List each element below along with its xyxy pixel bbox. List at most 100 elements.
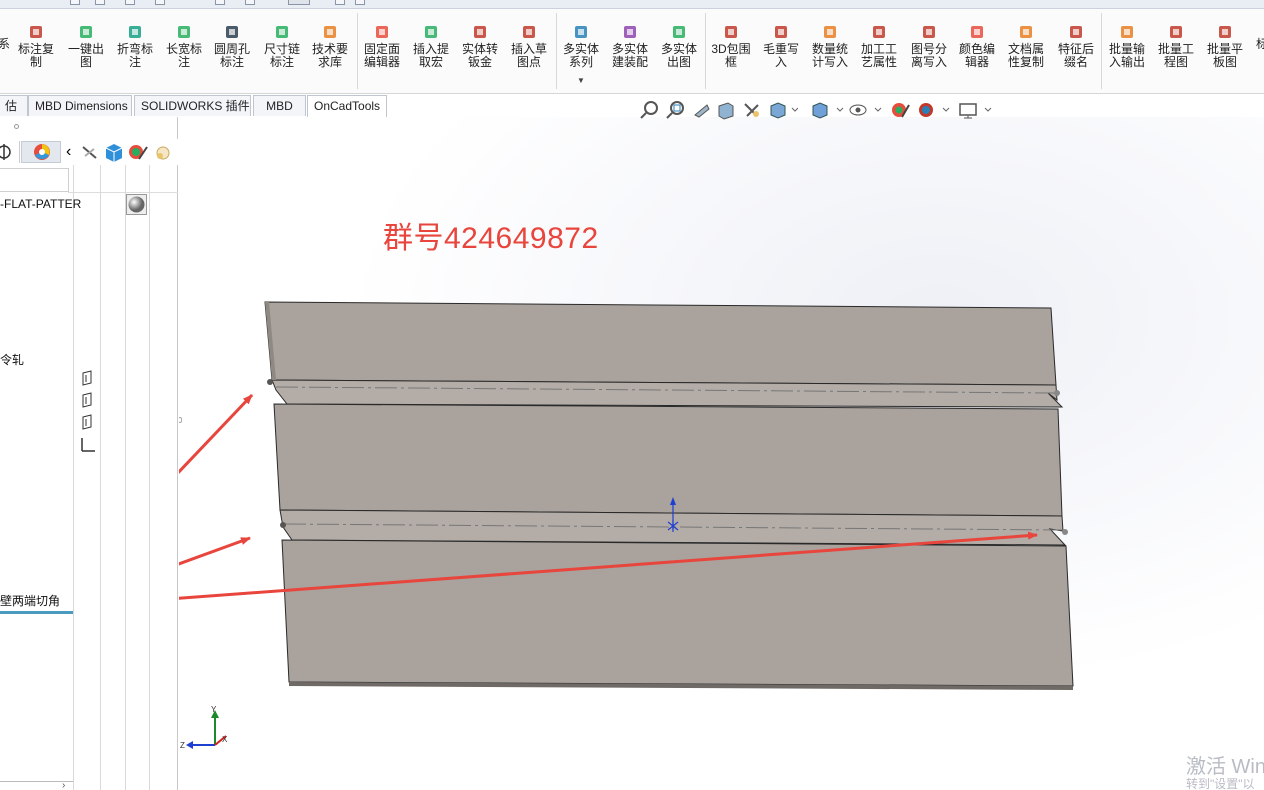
rollback-bar[interactable] [0,611,73,614]
part-middle-panel[interactable] [273,403,1063,517]
ribbon-button-process-property[interactable]: 加工工 艺属性 [855,9,903,89]
zoom-to-area-icon[interactable] [666,100,686,125]
feature-manager-panel: ‹ -FLAT-PATTER 令轧 壁两端切角 › [0,117,178,790]
ribbon-button-multibody-assembly[interactable]: 多实体 建装配 [606,9,654,89]
part-groove-upper[interactable] [271,379,1064,408]
ribbon-button-quantity-stats[interactable]: 数量统 计写入 [806,9,854,89]
ribbon-button-copy-annotation[interactable]: 标注复 制 [12,9,60,89]
view-settings-icon[interactable] [958,100,992,125]
ribbon-button-label: 批量工 程图 [1157,42,1194,69]
tab-oncadtools[interactable]: OnCadTools [307,95,387,117]
new-doc-button[interactable] [70,0,80,5]
view-cube-icon[interactable] [103,141,125,163]
save-doc-button[interactable] [125,0,135,5]
ribbon-button-doc-property-copy[interactable]: 文档属 性复制 [1002,9,1050,89]
ribbon-button-tech-requirement[interactable]: 技术要 求库 [306,9,354,89]
graphics-viewport[interactable]: Y Z X [179,117,1264,790]
multibody-assembly-icon [622,24,638,40]
ribbon-button-label: 多实体 出图 [660,42,697,69]
hide-show-icon[interactable] [80,141,100,163]
tree-guide-line [125,165,126,790]
dropdown-arrow-icon[interactable]: ▼ [577,76,585,85]
plane-icon[interactable] [80,414,98,435]
ribbon-button-length-width-annotation[interactable]: 长宽标 注 [160,9,208,89]
tab-mbd-dimensions[interactable]: MBD Dimensions [28,95,132,116]
section-view-icon[interactable] [716,100,736,125]
ribbon-button-drawing-number[interactable]: 图号分 离写入 [905,9,953,89]
appearance-icon[interactable] [127,141,149,163]
tab-mbd[interactable]: MBD [253,95,306,116]
ribbon-button-bounding-box[interactable]: 3D包围 框 [707,9,755,89]
tab-solidworks-addins[interactable]: SOLIDWORKS 插件 [134,95,251,116]
options-button[interactable] [355,0,365,5]
insert-macro-icon [423,24,439,40]
panel-collapse-handle[interactable] [179,417,182,423]
filter-input[interactable] [0,168,69,192]
ribbon-button-batch-drawing[interactable]: 批量工 程图 [1152,9,1200,89]
ribbon-button-label: 文档属 性复制 [1007,42,1044,69]
batch-flat-icon [1217,24,1233,40]
ribbon-button-color-editor[interactable]: 颜色编 辑器 [953,9,1001,89]
dynamic-annotation-icon[interactable] [742,100,762,125]
view-orientation-icon[interactable] [768,100,799,125]
ribbon-button-label: 毛重写 入 [762,42,799,69]
ribbon-button-batch-flat[interactable]: 批量平 板图 [1201,9,1249,89]
length-width-annotation-icon [176,24,192,40]
tree-item-cold-rolled[interactable]: 令轧 [0,351,24,368]
svg-text:X: X [222,735,228,744]
hide-show-items-icon[interactable] [848,100,882,125]
ribbon-button-fixed-face-editor[interactable]: 固定面 编辑器 [358,9,406,89]
zoom-to-fit-icon[interactable] [640,100,660,125]
print-button[interactable] [155,0,165,5]
reference-triad-icon: Y Z X [180,705,228,750]
ribbon-button-multibody-drawing[interactable]: 多实体 出图 [655,9,703,89]
bend-endpoint [1062,529,1068,535]
panel-splitter-handle[interactable] [14,124,19,129]
feature-manager-tabs: ‹ [0,139,178,165]
ribbon-button-feature-suffix[interactable]: 特征后 缀名 [1052,9,1100,89]
tree-item-corner-cut[interactable]: 壁两端切角 [0,592,60,609]
material-sphere-icon[interactable] [126,194,147,215]
scroll-left-icon[interactable]: ‹ [66,141,78,163]
ribbon-button-label: 实体转 钣金 [461,42,498,69]
bend-annotation-icon [127,24,143,40]
open-doc-button[interactable] [95,0,105,5]
tree-item-flat-pattern[interactable]: -FLAT-PATTER [0,197,81,211]
ribbon-button-label: 多实体 系列 [562,42,599,69]
rebuild-button[interactable] [335,0,345,5]
apply-scene-icon[interactable] [916,100,950,125]
one-click-drawing-icon [78,24,94,40]
ribbon-button-bend-annotation[interactable]: 折弯标 注 [111,9,159,89]
redo-button[interactable] [245,0,255,5]
display-style-icon[interactable] [810,100,844,125]
group-number-annotation: 群号424649872 [383,222,599,255]
ribbon-button-circular-hole-annotation[interactable]: 圆周孔 标注 [208,9,256,89]
ribbon-button-label: 长宽标 注 [165,42,202,69]
origin-icon[interactable] [79,436,97,459]
tab-estimate[interactable]: 估 [0,95,28,116]
previous-view-icon[interactable] [692,100,712,125]
ribbon-button-insert-sketch-point[interactable]: 插入草 图点 [505,9,553,89]
undo-button[interactable] [215,0,225,5]
select-button[interactable] [288,0,310,5]
windows-activation-subtext: 转到"设置"以 [1186,777,1255,790]
scroll-right-icon[interactable]: › [62,780,65,790]
ribbon-button-label: 批量平 板图 [1206,42,1243,69]
scene-lights-icon[interactable] [151,141,175,163]
ribbon-button-dimension-chain[interactable]: 尺寸链 标注 [258,9,306,89]
property-manager-tab-icon[interactable] [0,141,20,163]
ribbon-button-gross-weight[interactable]: 毛重写 入 [757,9,805,89]
ribbon-button-label: 折弯标 注 [116,42,153,69]
ribbon-button-one-click-drawing[interactable]: 一键出 图 [62,9,110,89]
plane-icon[interactable] [80,392,98,413]
sheet-metal-part[interactable] [264,301,1074,690]
display-manager-tab-icon[interactable] [21,141,61,163]
ribbon-button-label: 插入草 图点 [510,42,547,69]
command-manager-ribbon: 系 标 标注复 制一键出 图折弯标 注长宽标 注圆周孔 标注 尺寸链 标注 技术要 … [0,9,1264,94]
part-top-panel[interactable] [264,301,1057,386]
ribbon-button-solid-to-sheetmetal[interactable]: 实体转 钣金 [456,9,504,89]
ribbon-button-insert-macro[interactable]: 插入提 取宏 [407,9,455,89]
ribbon-button-batch-io[interactable]: 批量输 入输出 [1103,9,1151,89]
plane-icon[interactable] [80,370,98,391]
edit-appearance-icon[interactable] [890,100,910,125]
